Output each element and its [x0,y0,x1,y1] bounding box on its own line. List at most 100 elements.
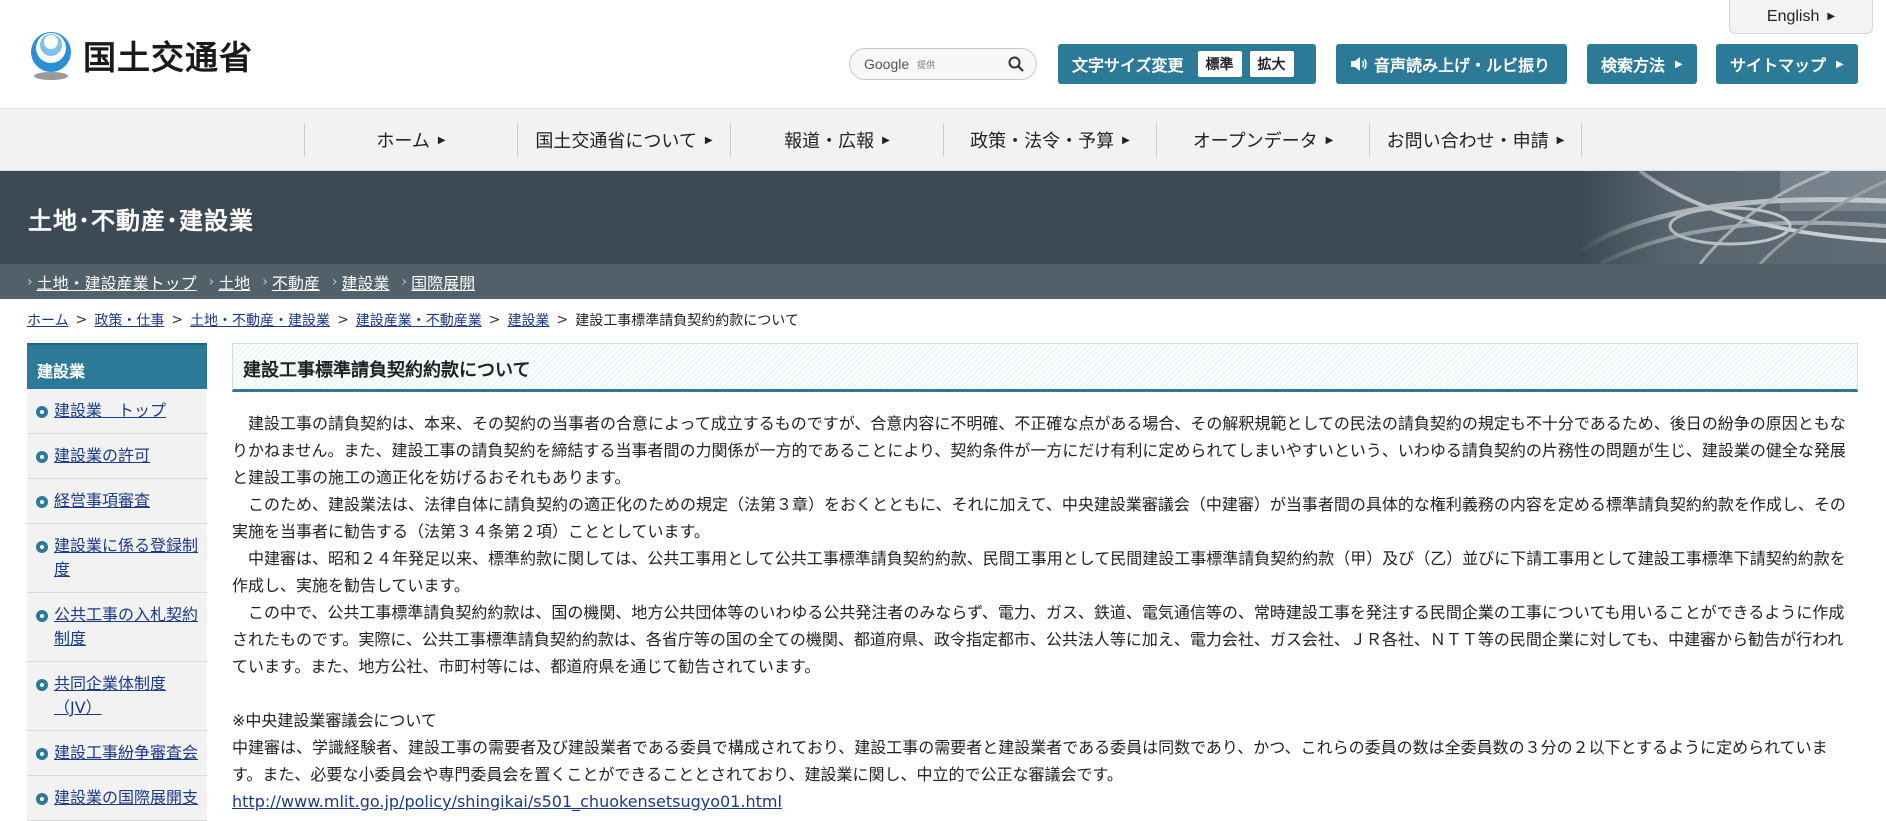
sidebar-item-joint-venture[interactable]: 共同企業体制度（JV） [27,662,207,731]
triangle-right-icon: ▶ [882,134,890,146]
sidebar-item-label[interactable]: 建設業の国際展開支 [54,788,198,807]
sidebar-item-label[interactable]: 建設業の許可 [54,446,150,465]
gnav-label: お問い合わせ・申請 [1386,131,1549,152]
sidebar-item-label[interactable]: 建設業に係る登録制度 [54,536,198,579]
subnav-label: 建設業 [341,273,390,293]
triangle-right-icon: ▶ [1675,58,1683,70]
sidebar-heading: 建設業 [27,343,207,389]
subnav-item-land[interactable]: › 土地 [209,270,251,294]
english-button[interactable]: English ▶ [1729,0,1873,34]
breadcrumb-separator: > [171,312,184,328]
sidebar-item-registration[interactable]: 建設業に係る登録制度 [27,524,207,593]
triangle-right-icon: ▶ [1122,134,1130,146]
site-header: 国土交通省 English ▶ Google 提供 文字サイズ変更 標準 拡大 … [0,0,1886,108]
bullet-icon [36,679,48,691]
bullet-icon [36,793,48,805]
main-content: 建設工事標準請負契約約款について 建設工事の請負契約は、本来、その契約の当事者の… [232,343,1858,815]
english-label: English [1766,7,1820,25]
subnav-label: 土地・建設産業トップ [36,273,197,293]
council-link[interactable]: http://www.mlit.go.jp/policy/shingikai/s… [232,792,782,811]
triangle-right-icon: ▶ [437,134,446,146]
sidebar-item-dispute-committee[interactable]: 建設工事紛争審査会 [27,731,207,776]
gnav-item-home[interactable]: ホーム ▶ [304,123,517,157]
search-input[interactable] [939,57,1008,71]
gnav-item-opendata[interactable]: オープンデータ ▶ [1156,123,1369,157]
gnav-item-press[interactable]: 報道・広報 ▶ [730,123,943,157]
sidebar-item-label[interactable]: 経営事項審査 [54,491,150,510]
bullet-icon [36,496,48,508]
subnav-item-land-construction-top[interactable]: › 土地・建設産業トップ [27,270,197,294]
breadcrumb-construction-realestate-industry[interactable]: 建設産業・不動産業 [356,310,482,330]
sidebar: 建設業 建設業 トップ 建設業の許可 経営事項審査 建設業に係る登録制度 公共工… [27,343,207,821]
breadcrumb-separator: > [488,312,501,328]
sidebar-item-label[interactable]: 共同企業体制度（JV） [54,674,166,717]
sidebar-item-label[interactable]: 建設業 トップ [54,401,166,420]
triangle-right-icon: ▶ [1827,11,1836,22]
font-size-standard-button[interactable]: 標準 [1197,51,1242,77]
sidebar-item-label[interactable]: 公共工事の入札契約制度 [54,605,198,648]
paragraph: このため、建設業法は、法律自体に請負契約の適正化のための規定（法第３章）をおくと… [232,495,1846,541]
font-size-label: 文字サイズ変更 [1072,56,1184,75]
sidebar-item-international[interactable]: 建設業の国際展開支 [27,776,207,821]
sub-navigation: › 土地・建設産業トップ › 土地 › 不動産 › 建設業 › 国際展開 [0,264,1886,299]
subnav-item-international[interactable]: › 国際展開 [402,270,476,294]
gnav-label: ホーム [376,131,430,152]
breadcrumb-separator: > [556,312,569,328]
page-title: 建設工事標準請負契約約款について [232,343,1858,392]
banner-highway-image [1580,171,1886,264]
sitemap-button[interactable]: サイトマップ ▶ [1716,44,1858,84]
subnav-item-real-estate[interactable]: › 不動産 [262,270,320,294]
paragraph: 建設工事の請負契約は、本来、その契約の当事者の合意によって成立するものですが、合… [232,414,1846,487]
breadcrumb-construction[interactable]: 建設業 [508,310,550,330]
chevron-right-icon: › [331,273,338,290]
breadcrumb-separator: > [337,312,349,328]
mlit-logo[interactable]: 国土交通省 [27,28,253,82]
google-brand-label: Google [864,56,910,72]
section-title: 土地･不動産･建設業 [28,207,254,235]
google-search-box[interactable]: Google 提供 [849,48,1037,80]
breadcrumb-separator: > [75,312,88,328]
breadcrumb-policy-work[interactable]: 政策・仕事 [94,310,164,330]
triangle-right-icon: ▶ [1556,134,1565,146]
subnav-label: 土地 [218,273,251,293]
paragraph: 中建審は、昭和２４年発足以来、標準約款に関しては、公共工事用として公共工事標準請… [232,549,1846,595]
sitemap-label: サイトマップ [1730,56,1827,75]
sidebar-item-construction-top[interactable]: 建設業 トップ [27,389,207,434]
chevron-right-icon: › [401,273,408,290]
bullet-icon [36,610,48,622]
triangle-right-icon: ▶ [1836,58,1844,70]
gnav-label: 政策・法令・予算 [970,131,1115,152]
triangle-right-icon: ▶ [704,134,713,146]
font-size-control: 文字サイズ変更 標準 拡大 [1058,44,1316,84]
sidebar-item-management-review[interactable]: 経営事項審査 [27,479,207,524]
breadcrumb-home[interactable]: ホーム [27,310,69,330]
subnav-label: 国際展開 [411,273,476,293]
gnav-item-about[interactable]: 国土交通省について ▶ [517,123,730,157]
gnav-item-policy[interactable]: 政策・法令・予算 ▶ [943,123,1156,157]
font-size-large-button[interactable]: 拡大 [1249,51,1294,77]
chevron-right-icon: › [27,273,33,290]
search-method-label: 検索方法 [1601,56,1666,75]
gnav-item-contact[interactable]: お問い合わせ・申請 ▶ [1369,123,1582,157]
sidebar-item-label[interactable]: 建設工事紛争審査会 [54,743,198,762]
speech-ruby-label: 音声読み上げ・ルビ振り [1374,56,1551,75]
speech-ruby-button[interactable]: 音声読み上げ・ルビ振り [1336,44,1567,84]
subnav-label: 不動産 [271,273,320,293]
sidebar-item-license[interactable]: 建設業の許可 [27,434,207,479]
chevron-right-icon: › [262,273,268,290]
bullet-icon [36,406,48,418]
subnav-item-construction[interactable]: › 建設業 [332,270,390,294]
search-icon[interactable] [1008,56,1024,72]
triangle-right-icon: ▶ [1325,134,1334,146]
google-provided-label: 提供 [917,60,936,71]
speaker-icon [1351,57,1367,71]
gnav-label: 国土交通省について [535,131,697,152]
gnav-label: オープンデータ [1192,131,1318,152]
section-banner: 土地･不動産･建設業 [0,171,1886,264]
breadcrumb-current: 建設工事標準請負契約約款について [575,313,799,329]
search-method-button[interactable]: 検索方法 ▶ [1587,44,1697,84]
bullet-icon [36,541,48,553]
sidebar-item-public-bidding[interactable]: 公共工事の入札契約制度 [27,593,207,662]
breadcrumb-land-realestate-construction[interactable]: 土地・不動産・建設業 [190,310,330,330]
